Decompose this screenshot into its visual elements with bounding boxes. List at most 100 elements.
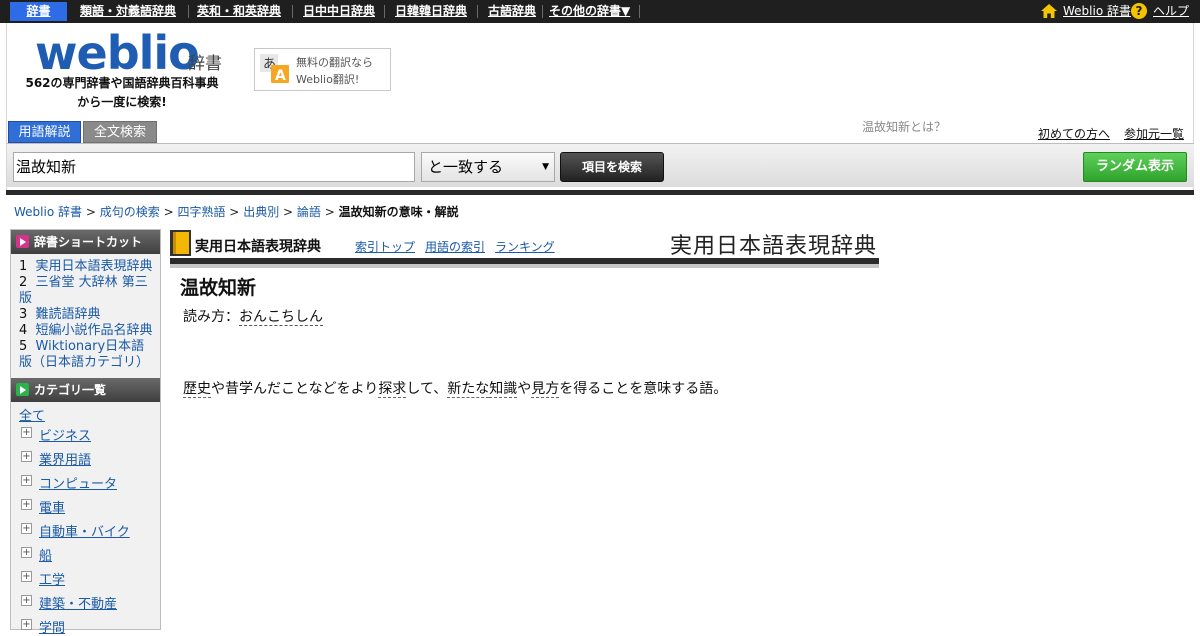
breadcrumb-four-character-idioms[interactable]: 四字熟語 [177, 205, 225, 219]
svg-text:A: A [275, 68, 286, 84]
ranking-link[interactable]: ランキング [495, 238, 555, 255]
home-icon[interactable] [1041, 4, 1057, 18]
entry-title: 温故知新 [180, 277, 257, 299]
reading-value[interactable]: おんこちしん [239, 309, 323, 326]
site-tagline-second-line: から一度に検索! [77, 95, 167, 109]
category-link[interactable]: 工学 [39, 569, 65, 588]
category-link[interactable]: 電車 [39, 497, 65, 516]
breadcrumb-idiom-search[interactable]: 成句の検索 [100, 205, 160, 219]
category-link[interactable]: 建築・不動産 [39, 593, 117, 612]
category-link[interactable]: 船 [39, 545, 52, 564]
nav-chinese-dictionary[interactable]: 日中中日辞典 [303, 0, 375, 23]
definition-term-link[interactable]: 歴史 [183, 381, 211, 398]
breadcrumb-separator: > [163, 205, 174, 219]
translate-promo-line2: Weblio翻訳! [296, 73, 360, 86]
category-all-link[interactable]: 全て [19, 405, 45, 424]
participating-sources-link[interactable]: 参加元一覧 [1124, 125, 1184, 142]
definition-term-link[interactable]: 探求 [378, 381, 407, 398]
help-link[interactable]: ヘルプ [1153, 0, 1189, 23]
definition-text: や [517, 381, 532, 397]
breadcrumb-by-source[interactable]: 出典別 [243, 205, 279, 219]
logo-subtitle: 辞書 [188, 54, 222, 74]
weblio-home-link[interactable]: Weblio 辞書 [1063, 0, 1131, 23]
shortcut-link[interactable]: 短編小説作品名辞典 [36, 323, 153, 338]
nav-divider [384, 5, 385, 18]
green-arrow-icon [16, 383, 29, 396]
pink-arrow-icon [16, 235, 29, 248]
shortcut-link[interactable]: 三省堂 大辞林 第三版 [19, 275, 148, 306]
nav-english-dictionary[interactable]: 英和・和英辞典 [197, 0, 281, 23]
header-divider [6, 190, 1194, 195]
shortcut-link[interactable]: Wiktionary日本語版（日本語カテゴリ） [19, 339, 149, 370]
category-link[interactable]: コンピュータ [39, 473, 117, 492]
expand-plus-icon[interactable]: + [21, 595, 32, 606]
nav-korean-dictionary[interactable]: 日韓韓日辞典 [395, 0, 467, 23]
dictionary-logo: 実用日本語表現辞典 [669, 234, 877, 259]
nav-divider [188, 5, 189, 18]
what-is-query: 温故知新とは？ [862, 120, 947, 134]
nav-dictionary[interactable]: 辞書 [10, 2, 67, 21]
breadcrumb-weblio[interactable]: Weblio 辞書 [14, 205, 82, 219]
entry-definition: 歴史や昔学んだことなどをより探求して、新たな知識や見方を得ることを意味する語。 [183, 378, 727, 398]
match-mode-select[interactable]: と一致する ▼ [421, 152, 555, 182]
definition-term-link[interactable]: 知識 [489, 381, 518, 398]
shortcut-link[interactable]: 難読語辞典 [36, 307, 101, 322]
reading-label: 読み方： [183, 309, 239, 325]
expand-plus-icon[interactable]: + [21, 547, 32, 558]
shortcut-number: 1 [19, 259, 28, 274]
dictionary-name[interactable]: 実用日本語表現辞典 [195, 236, 321, 256]
nav-other-dictionaries[interactable]: その他の辞書▼ [549, 0, 630, 23]
shortcut-number: 2 [19, 275, 28, 290]
category-link[interactable]: 業界用語 [39, 449, 91, 468]
tab-full-text-search[interactable]: 全文検索 [83, 121, 157, 143]
definition-term-link[interactable]: 見方 [531, 381, 560, 398]
expand-plus-icon[interactable]: + [21, 451, 32, 462]
shortcut-link[interactable]: 実用日本語表現辞典 [36, 259, 153, 274]
top-navigation-bar: 辞書 類語・対義語辞典 英和・和英辞典 日中中日辞典 日韓韓日辞典 古語辞典 そ… [0, 0, 1200, 23]
expand-plus-icon[interactable]: + [21, 523, 32, 534]
category-link[interactable]: ビジネス [39, 425, 91, 444]
random-display-button[interactable]: ランダム表示 [1083, 152, 1187, 182]
definition-text: を得ることを意味する語。 [559, 381, 728, 397]
shortcut-number: 4 [19, 323, 28, 338]
dictionary-rule-light [170, 264, 879, 268]
shortcut-item: 3 難読語辞典 [19, 307, 157, 323]
category-link[interactable]: 自動車・バイク [39, 521, 130, 540]
expand-plus-icon[interactable]: + [21, 619, 32, 630]
expand-plus-icon[interactable]: + [21, 427, 32, 438]
nav-divider [477, 5, 478, 18]
site-tagline: 562の専門辞書や国語辞典百科事典 [25, 76, 219, 90]
entry-reading: 読み方：おんこちしん [183, 306, 323, 326]
weblio-logo[interactable]: weblio [35, 27, 200, 79]
definition-text: して、 [406, 381, 448, 397]
shortcut-item: 5 Wiktionary日本語版（日本語カテゴリ） [19, 339, 157, 371]
breadcrumb-analects[interactable]: 論語 [297, 205, 321, 219]
help-icon[interactable]: ? [1131, 3, 1147, 19]
definition-term-link[interactable]: 新たな [447, 381, 490, 398]
breadcrumb-separator: > [324, 205, 335, 219]
translate-icon: あ A [260, 54, 289, 84]
term-index-link[interactable]: 用語の索引 [425, 238, 485, 255]
breadcrumb: Weblio 辞書 > 成句の検索 > 四字熟語 > 出典別 > 論語 > 温故… [14, 203, 459, 220]
search-button[interactable]: 項目を検索 [560, 152, 664, 182]
search-bar: 温故知新 と一致する ▼ 項目を検索 ランダム表示 [7, 143, 1194, 187]
search-input[interactable]: 温故知新 [13, 152, 415, 182]
nav-divider [639, 5, 640, 18]
expand-plus-icon[interactable]: + [21, 475, 32, 486]
nav-thesaurus[interactable]: 類語・対義語辞典 [80, 0, 176, 23]
nav-classical-dictionary[interactable]: 古語辞典 [488, 0, 536, 23]
first-time-link[interactable]: 初めての方へ [1038, 125, 1110, 142]
shortcut-list: 1 実用日本語表現辞典 2 三省堂 大辞林 第三版 3 難読語辞典 4 短編小説… [19, 259, 157, 371]
site-header: weblio 辞書 562の専門辞書や国語辞典百科事典 から一度に検索! あ A… [6, 23, 1194, 191]
definition-text: や昔学んだことなどをより [211, 381, 379, 397]
nav-divider [542, 5, 543, 18]
expand-plus-icon[interactable]: + [21, 571, 32, 582]
dropdown-arrow-icon: ▼ [542, 162, 549, 172]
translate-promo[interactable]: あ A 無料の翻訳なら Weblio翻訳! [254, 48, 391, 91]
match-mode-value: と一致する [428, 158, 504, 176]
index-top-link[interactable]: 索引トップ [355, 238, 415, 255]
category-link[interactable]: 学問 [39, 617, 65, 636]
shortcut-number: 3 [19, 307, 28, 322]
expand-plus-icon[interactable]: + [21, 499, 32, 510]
tab-term-explanation[interactable]: 用語解説 [8, 121, 81, 143]
